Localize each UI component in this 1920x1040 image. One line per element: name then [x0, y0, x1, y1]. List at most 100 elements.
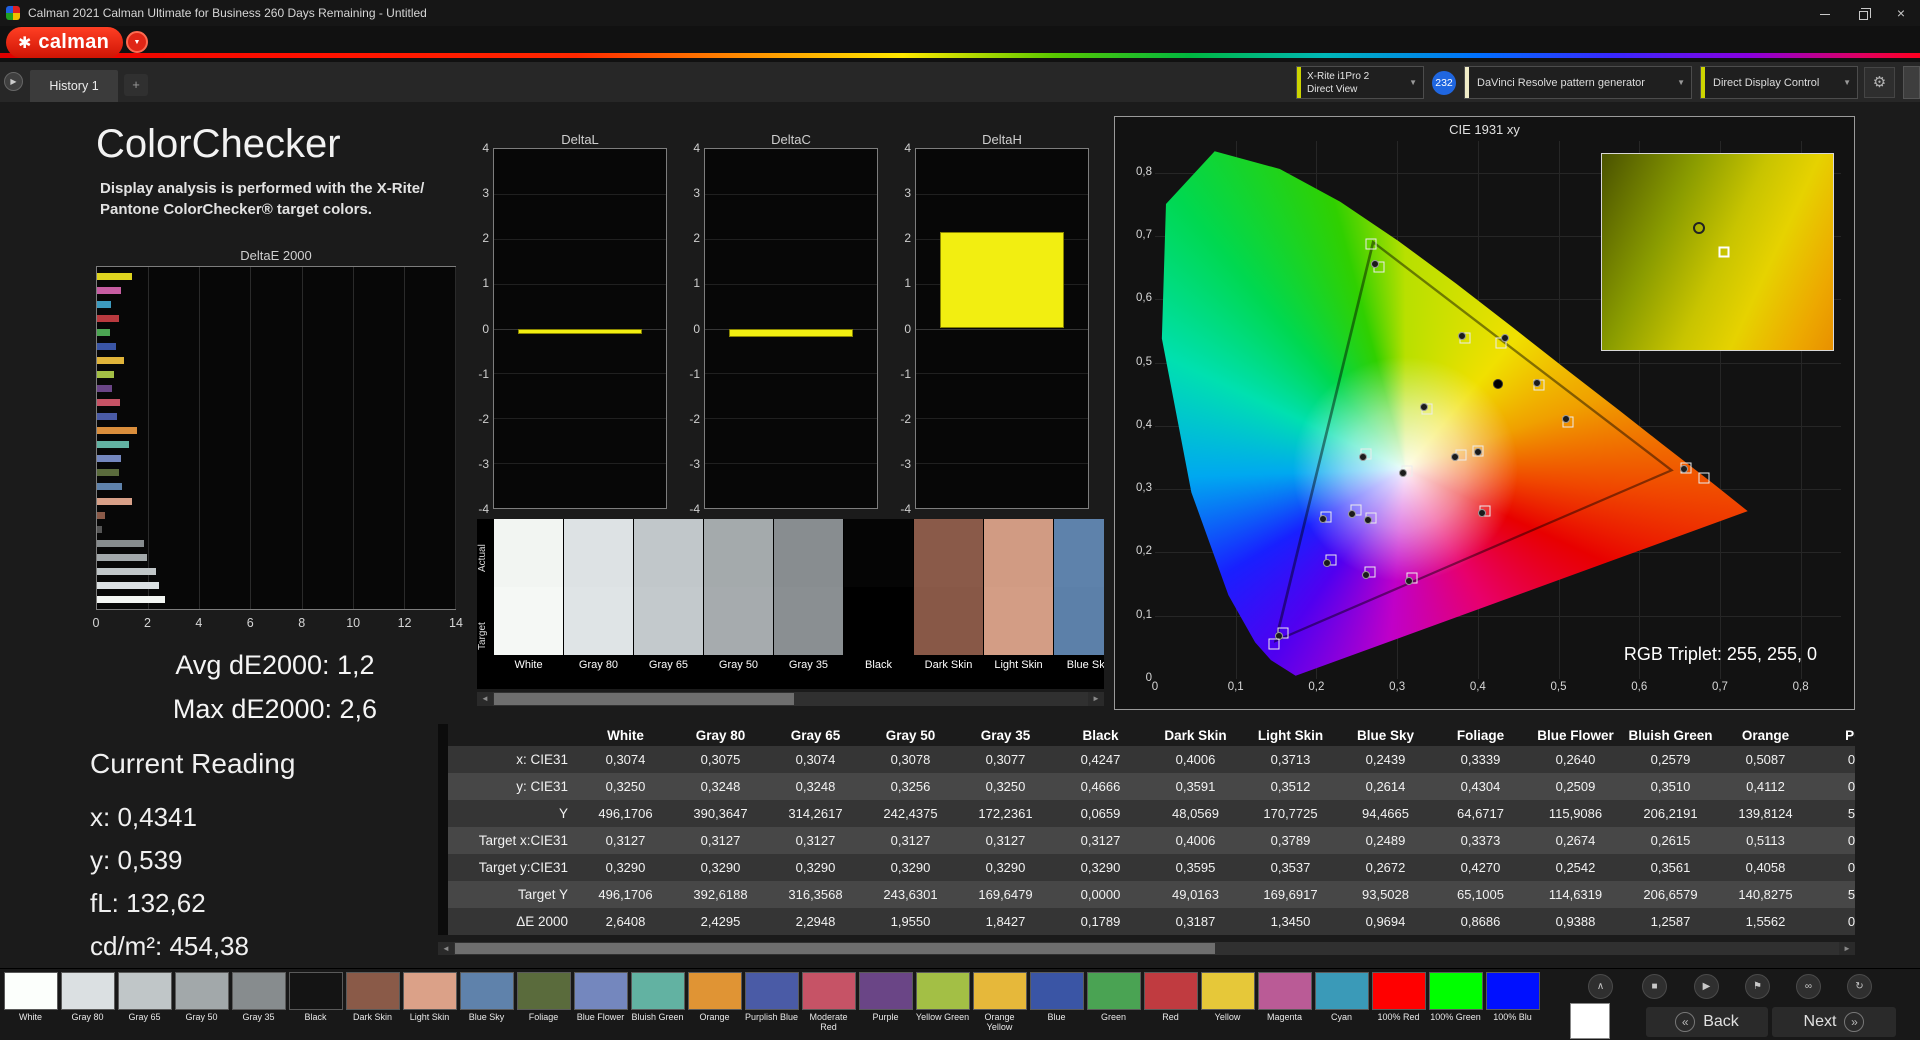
table-cell: 0,3510 [1650, 779, 1691, 794]
table-cell: 0,1789 [1080, 914, 1121, 929]
chevron-down-icon: ▼ [1409, 78, 1417, 87]
pattern-patch-button[interactable]: Dark Skin [344, 972, 401, 1032]
chart-plot [493, 148, 667, 509]
pattern-patch-button[interactable]: Gray 80 [59, 972, 116, 1032]
flag-button[interactable]: ⚑ [1745, 974, 1770, 999]
axis-tick-label: 12 [397, 616, 412, 630]
swatch-label: Dark Skin [924, 659, 973, 671]
maximize-button[interactable] [1844, 0, 1882, 26]
table-cell: 0,3290 [700, 860, 741, 875]
axis-tick-label: 3 [482, 186, 489, 201]
calman-menu-chevron[interactable]: ▼ [126, 31, 148, 53]
next-button[interactable]: Next » [1772, 1007, 1896, 1037]
edge-panel-button[interactable] [1903, 66, 1920, 99]
table-cell: 0,5113 [1746, 833, 1785, 848]
patch-label: Blue [1047, 1012, 1066, 1022]
cie-measured-point [1474, 447, 1483, 456]
pattern-patch-button[interactable]: Yellow Green [914, 972, 971, 1032]
scroll-left-button[interactable]: ◄ [438, 942, 454, 955]
pattern-patch-button[interactable]: 100% Green [1427, 972, 1484, 1032]
pattern-bar: White Gray 80 Gray 65 Gray 50 Gray 35 Black Da… [0, 968, 1920, 1040]
axis-tick-label: 0,8 [1136, 165, 1152, 178]
pattern-patch-button[interactable]: Yellow [1199, 972, 1256, 1032]
pattern-patch-button[interactable]: Green [1085, 972, 1142, 1032]
collapse-button[interactable]: ∧ [1588, 974, 1613, 999]
pattern-patch-button[interactable]: Magenta [1256, 972, 1313, 1032]
layout-expander-button[interactable]: ▶ [4, 72, 23, 91]
settings-button[interactable]: ⚙ [1864, 67, 1895, 98]
calman-menu-button[interactable]: ✱ calman [6, 27, 124, 58]
meter-count-badge[interactable]: 232 [1432, 71, 1456, 95]
reading-fl: fL: 132,62 [90, 888, 206, 918]
pattern-patch-button[interactable]: Red [1142, 972, 1199, 1032]
meter-dropdown[interactable]: X-Rite i1Pro 2 Direct View ▼ [1296, 66, 1424, 99]
stop-button[interactable]: ■ [1642, 974, 1667, 999]
axis-tick-label: 0,4 [1469, 681, 1486, 693]
table-row: Y 496,1706 390,3647 314,2617 242,4375 172,236… [448, 800, 1855, 827]
pattern-patch-button[interactable]: Orange Yellow [971, 972, 1028, 1032]
table-row: Target Y 496,1706 392,6188 316,3568 243,6301… [448, 881, 1855, 908]
calman-window: Calman 2021 Calman Ultimate for Business… [0, 0, 1920, 1040]
back-button[interactable]: « Back [1646, 1007, 1768, 1037]
pattern-patch-button[interactable]: White [2, 972, 59, 1032]
strip-scrollbar[interactable]: ◄ ► [477, 692, 1104, 706]
table-cell: 0,3127 [795, 833, 836, 848]
pattern-patch-button[interactable]: Bluish Green [629, 972, 686, 1032]
deltae-bar [97, 301, 112, 309]
pattern-patch-button[interactable]: Purplish Blue [743, 972, 800, 1032]
scrollbar-thumb[interactable] [455, 943, 1215, 954]
cie-measured-point [1492, 378, 1503, 389]
display-control-dropdown[interactable]: Direct Display Control ▼ [1700, 66, 1858, 99]
cie-panel: CIE 1931 xy 0,8 0,7 0,6 0,5 0,4 0,3 0,2 0,1 0 RG… [1114, 116, 1855, 710]
meter-label: X-Rite i1Pro 2 Direct View [1297, 70, 1369, 96]
table-row-label: y: CIE31 [516, 779, 568, 794]
swatch-label: Gray 50 [718, 659, 759, 671]
pattern-preview[interactable] [1570, 1003, 1610, 1039]
table-cell: 94,4665 [1362, 806, 1409, 821]
pattern-generator-dropdown[interactable]: DaVinci Resolve pattern generator ▼ [1464, 66, 1692, 99]
play-button[interactable]: ▶ [1694, 974, 1719, 999]
table-cell: 169,6917 [1263, 887, 1318, 902]
table-cell: 1,2587 [1650, 914, 1691, 929]
minimize-button[interactable] [1806, 0, 1844, 26]
app-icon [6, 6, 20, 20]
pattern-patch-button[interactable]: Black [287, 972, 344, 1032]
table-scrollbar[interactable]: ◄ ► [438, 942, 1855, 955]
pattern-patch-button[interactable]: Gray 35 [230, 972, 287, 1032]
pattern-patch-button[interactable]: Blue Flower [572, 972, 629, 1032]
swatch-label: Black [865, 659, 892, 671]
table-cell: 0,3373 [1460, 833, 1501, 848]
pattern-patch-button[interactable]: Purple [857, 972, 914, 1032]
scroll-right-button[interactable]: ► [1839, 942, 1855, 955]
pattern-patch-button[interactable]: Gray 50 [173, 972, 230, 1032]
pattern-patch-button[interactable]: Blue [1028, 972, 1085, 1032]
pattern-patch-button[interactable]: 100% Red [1370, 972, 1427, 1032]
subtitle-line2: Pantone ColorChecker® target colors. [100, 201, 372, 218]
pattern-patch-button[interactable]: Cyan [1313, 972, 1370, 1032]
pattern-patch-button[interactable]: Foliage [515, 972, 572, 1032]
scroll-right-button[interactable]: ► [1088, 692, 1104, 706]
pattern-patch-button[interactable]: 100% Blu [1484, 972, 1541, 1032]
swatch-label: Gray 65 [648, 659, 689, 671]
swatch-label: Blue Sky [1066, 659, 1104, 671]
repeat-button[interactable]: ↻ [1847, 974, 1872, 999]
axis-tick-label: 0,2 [1136, 545, 1152, 558]
scroll-right-icon: ► [1843, 944, 1851, 953]
cie-measured-point [1501, 333, 1510, 342]
pattern-patch-button[interactable]: Light Skin [401, 972, 458, 1032]
pattern-patch-button[interactable]: Blue Sky [458, 972, 515, 1032]
scroll-left-button[interactable]: ◄ [477, 692, 493, 706]
continuous-measure-button[interactable]: ∞ [1796, 974, 1821, 999]
add-tab-button[interactable]: + [124, 74, 148, 96]
pattern-patch-button[interactable]: Gray 65 [116, 972, 173, 1032]
gridline [705, 463, 877, 465]
table-cell: 2,4295 [700, 914, 741, 929]
tab-history-1[interactable]: History 1 [30, 70, 118, 102]
close-button[interactable]: × [1882, 0, 1920, 26]
patch-label: Blue Sky [468, 1012, 505, 1022]
pattern-patch-button[interactable]: Moderate Red [800, 972, 857, 1032]
scrollbar-thumb[interactable] [494, 693, 794, 705]
target-point-marker [1718, 246, 1730, 258]
swatch-target [704, 587, 773, 655]
pattern-patch-button[interactable]: Orange [686, 972, 743, 1032]
